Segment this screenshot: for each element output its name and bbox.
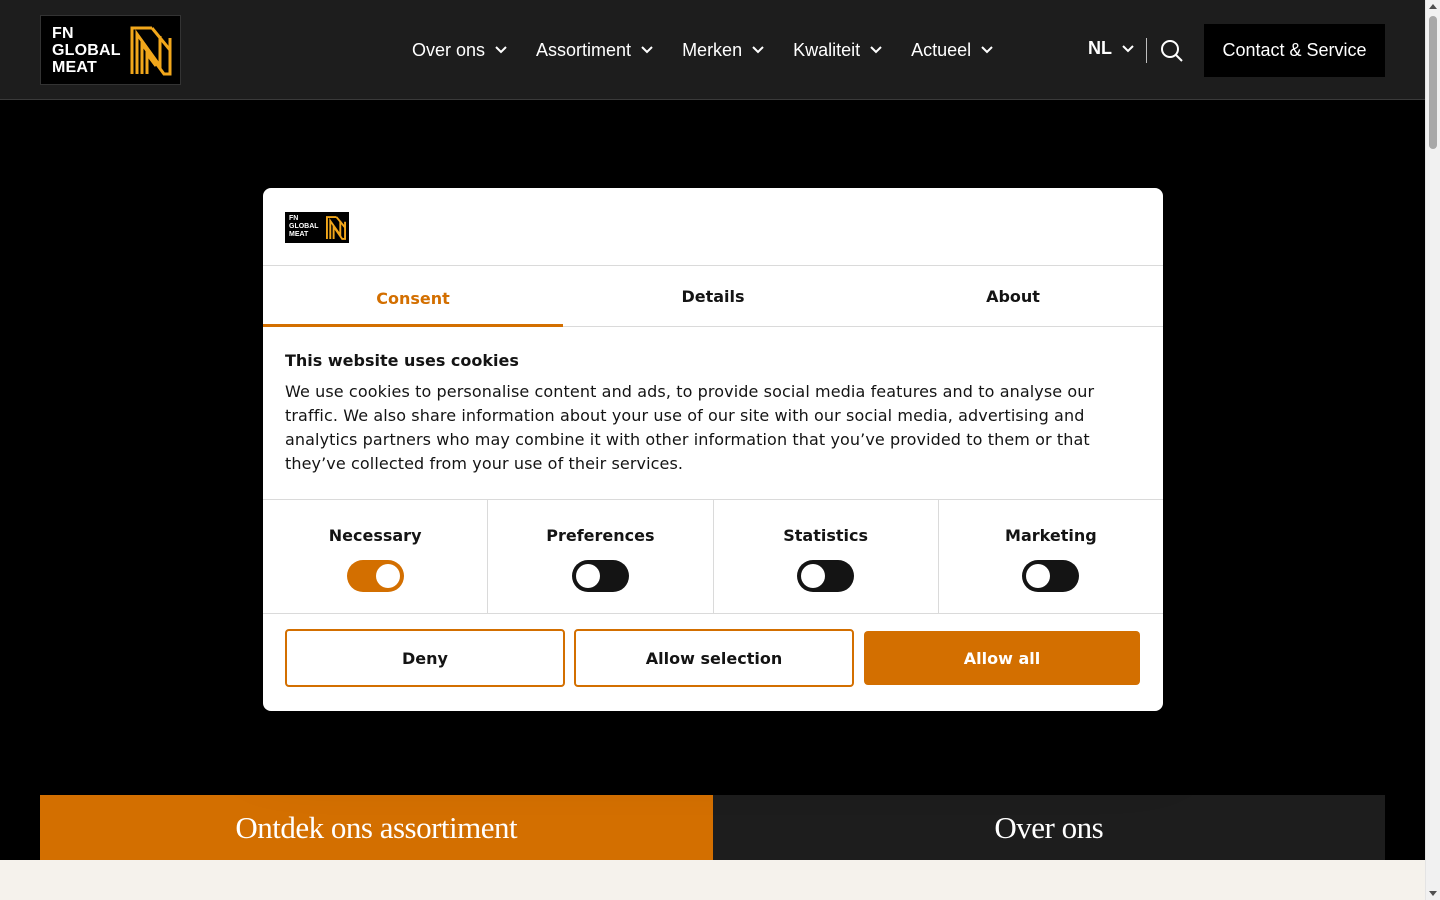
- chevron-down-icon: [495, 46, 507, 54]
- nav-item-label: Over ons: [412, 39, 486, 60]
- cookie-category-toggles: Necessary Preferences Statistics Marketi…: [263, 500, 1163, 614]
- nav-item-label: Assortiment: [536, 39, 632, 60]
- dialog-logo: FN GLOBAL MEAT: [285, 212, 349, 243]
- nav-item-label: Actueel: [911, 39, 972, 60]
- chevron-down-icon: [752, 46, 764, 54]
- category-necessary: Necessary: [263, 500, 489, 613]
- category-label: Preferences: [546, 526, 655, 545]
- main-nav: Over ons Assortiment Merken Kwaliteit Ac…: [412, 0, 1022, 100]
- category-label: Necessary: [328, 526, 422, 545]
- consent-body: This website uses cookies We use cookies…: [263, 327, 1163, 500]
- page-scrollbar[interactable]: [1425, 0, 1440, 900]
- tab-consent[interactable]: Consent: [263, 266, 563, 327]
- allow-all-button[interactable]: Allow all: [864, 631, 1140, 685]
- consent-description: We use cookies to personalise content an…: [285, 382, 1095, 473]
- about-us-link[interactable]: Over ons: [712, 795, 1385, 860]
- discover-assortment-link[interactable]: Ontdek ons assortiment: [40, 795, 713, 860]
- dialog-tabs: Consent Details About: [263, 266, 1163, 327]
- deny-button[interactable]: Deny: [285, 629, 565, 687]
- chevron-down-icon: [1122, 44, 1134, 52]
- language-selector[interactable]: NL: [1088, 38, 1134, 59]
- header-divider: [1146, 38, 1147, 63]
- nav-item-label: Kwaliteit: [793, 39, 861, 60]
- logo-wordmark: FN GLOBAL MEAT: [52, 25, 121, 76]
- cookie-consent-dialog: FN GLOBAL MEAT Consent Details About Thi…: [263, 188, 1163, 711]
- cta-row: Ontdek ons assortiment Over ons: [40, 795, 1385, 860]
- toggle-knob: [1026, 564, 1051, 588]
- allow-selection-button[interactable]: Allow selection: [574, 629, 854, 687]
- chevron-down-icon: [641, 46, 653, 54]
- tab-details[interactable]: Details: [563, 266, 863, 326]
- fn-global-meat-logo[interactable]: FN GLOBAL MEAT: [40, 15, 181, 85]
- statistics-toggle[interactable]: [797, 560, 855, 592]
- scrollbar-thumb[interactable]: [1429, 16, 1437, 149]
- chevron-down-icon: [981, 46, 993, 54]
- marketing-toggle[interactable]: [1022, 560, 1080, 592]
- category-marketing: Marketing: [939, 500, 1163, 613]
- site-header: FN GLOBAL MEAT Over ons Assortiment Merk…: [0, 0, 1425, 100]
- category-preferences: Preferences: [488, 500, 714, 613]
- category-label: Statistics: [783, 526, 868, 545]
- contact-service-button[interactable]: Contact & Service: [1204, 24, 1385, 77]
- page-section-strip: [0, 860, 1425, 900]
- category-statistics: Statistics: [714, 500, 939, 613]
- tab-about[interactable]: About: [863, 266, 1163, 326]
- nav-item-over-ons[interactable]: Over ons: [412, 40, 507, 61]
- search-icon[interactable]: [1160, 39, 1184, 63]
- logo-mark-icon: [326, 216, 346, 240]
- nav-item-actueel[interactable]: Actueel: [911, 40, 993, 61]
- dialog-header: FN GLOBAL MEAT: [263, 188, 1163, 266]
- consent-title: This website uses cookies: [285, 351, 519, 370]
- nav-item-label: Merken: [682, 39, 743, 60]
- toggle-knob: [575, 564, 600, 588]
- preferences-toggle[interactable]: [571, 560, 629, 592]
- chevron-down-icon: [870, 46, 882, 54]
- nav-item-kwaliteit[interactable]: Kwaliteit: [793, 40, 882, 61]
- language-label: NL: [1088, 38, 1112, 58]
- scroll-up-arrow-icon[interactable]: [1429, 4, 1437, 9]
- necessary-toggle[interactable]: [346, 560, 404, 592]
- toggle-knob: [375, 564, 400, 588]
- nav-item-assortiment[interactable]: Assortiment: [536, 40, 653, 61]
- dialog-logo-wordmark: FN GLOBAL MEAT: [289, 215, 319, 238]
- category-label: Marketing: [1005, 526, 1097, 545]
- logo-mark-icon: [130, 26, 172, 76]
- nav-item-merken[interactable]: Merken: [682, 40, 764, 61]
- dialog-actions: Deny Allow selection Allow all: [263, 614, 1163, 687]
- toggle-knob: [801, 564, 826, 588]
- scroll-down-arrow-icon[interactable]: [1429, 891, 1437, 896]
